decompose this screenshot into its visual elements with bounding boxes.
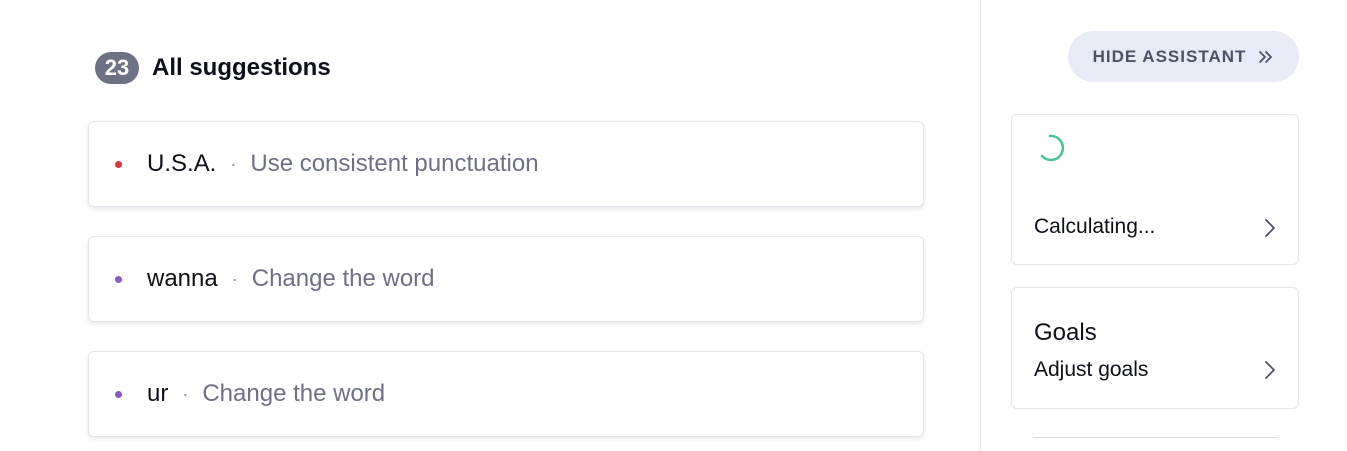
score-status: Calculating... [1034, 215, 1156, 238]
severity-dot [115, 275, 122, 283]
suggestion-hint: Change the word [202, 380, 386, 407]
sidebar-divider [1033, 437, 1277, 438]
assistant-sidebar: HIDE ASSISTANT Calculating... Goals Adju… [980, 0, 1347, 451]
double-chevron-right-icon [1258, 50, 1274, 64]
goals-title: Goals [1034, 319, 1097, 346]
suggestions-header: 23 All suggestions [95, 51, 331, 84]
suggestion-separator: · [182, 383, 189, 404]
suggestion-card[interactable]: U.S.A. · Use consistent punctuation [88, 121, 924, 207]
suggestions-title: All suggestions [152, 53, 331, 81]
score-panel[interactable]: Calculating... [1011, 114, 1299, 265]
loading-spinner-icon [1034, 132, 1066, 164]
suggestion-hint: Change the word [251, 265, 435, 292]
suggestions-area: 23 All suggestions U.S.A. · Use consiste… [0, 0, 980, 451]
hide-assistant-button[interactable]: HIDE ASSISTANT [1068, 31, 1299, 82]
hide-assistant-label: HIDE ASSISTANT [1092, 46, 1247, 66]
suggestion-separator: · [230, 153, 237, 174]
chevron-right-icon [1264, 360, 1276, 380]
suggestion-card[interactable]: wanna · Change the word [88, 236, 924, 322]
severity-dot [115, 160, 122, 168]
suggestion-hint: Use consistent punctuation [250, 150, 539, 177]
severity-dot [115, 390, 122, 398]
suggestion-word: U.S.A. [147, 150, 217, 177]
suggestion-word: ur [147, 380, 169, 407]
suggestion-card[interactable]: ur · Change the word [88, 351, 924, 437]
suggestion-separator: · [231, 268, 238, 289]
chevron-right-icon [1264, 218, 1276, 238]
suggestion-count-badge: 23 [95, 51, 139, 84]
suggestion-word: wanna [147, 265, 218, 292]
goals-panel[interactable]: Goals Adjust goals [1011, 287, 1299, 409]
adjust-goals-link: Adjust goals [1034, 358, 1149, 381]
